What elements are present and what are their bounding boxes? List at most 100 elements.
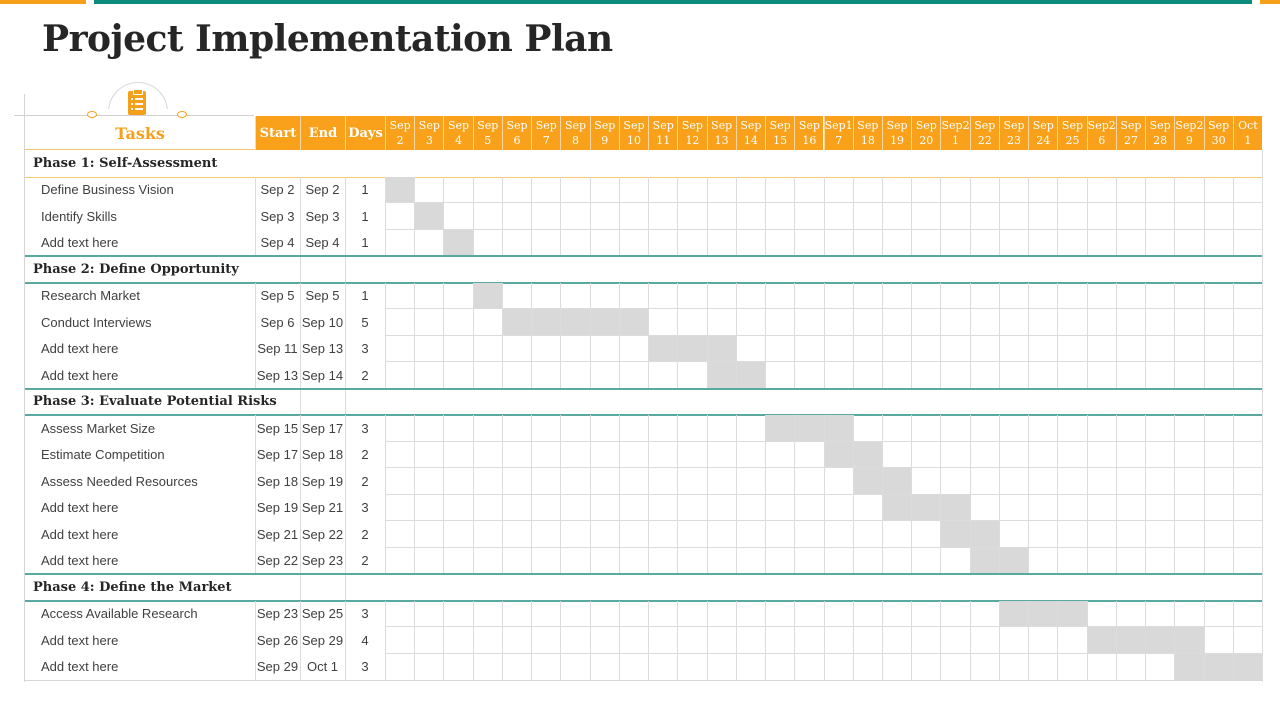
timeline-cell — [969, 494, 999, 521]
task-start-date: Sep 19 — [256, 500, 299, 516]
timeline-cell — [881, 494, 911, 521]
timeline-cell — [1057, 362, 1086, 389]
timeline-cell — [472, 176, 502, 203]
timeline-cell — [969, 335, 999, 362]
task-row[interactable]: Add text here Sep 29 Oct 1 3 — [25, 653, 1262, 680]
timeline-cell — [998, 203, 1028, 230]
timeline-cell — [1174, 547, 1203, 574]
timeline-cell — [794, 653, 823, 680]
timeline-cell — [501, 229, 531, 256]
timeline-cell — [531, 468, 560, 495]
task-row[interactable]: Add text here Sep 19 Sep 21 3 — [25, 494, 1262, 521]
timeline-cell — [1145, 547, 1174, 574]
task-duration-days: 1 — [361, 208, 369, 224]
day-column-header: Sep 9 — [589, 116, 619, 150]
column-divider — [300, 176, 301, 203]
task-row[interactable]: Add text here Sep 21 Sep 22 2 — [25, 521, 1262, 548]
task-row[interactable]: Add text here Sep 11 Sep 13 3 — [25, 335, 1262, 362]
timeline-cell — [414, 229, 443, 256]
column-divider — [300, 282, 301, 309]
timeline-cell — [1115, 653, 1145, 680]
task-name: Estimate Competition — [41, 447, 165, 463]
task-start-date: Sep 5 — [260, 288, 295, 304]
timeline-cell — [1115, 468, 1145, 495]
timeline-cell — [969, 229, 999, 256]
timeline-cell — [852, 441, 882, 468]
task-row[interactable]: Add text here Sep 4 Sep 4 1 — [25, 229, 1262, 256]
timeline-cell — [414, 547, 443, 574]
timeline-cell — [1203, 468, 1233, 495]
task-row[interactable]: Estimate Competition Sep 17 Sep 18 2 — [25, 441, 1262, 468]
column-divider — [255, 309, 256, 336]
timeline-cell — [1145, 309, 1174, 336]
task-row[interactable]: Conduct Interviews Sep 6 Sep 10 5 — [25, 309, 1262, 336]
start-column-header: Start — [255, 116, 300, 150]
timeline-cell — [794, 441, 823, 468]
task-start-date: Sep 29 — [256, 659, 299, 675]
task-row[interactable]: Identify Skills Sep 3 Sep 3 1 — [25, 203, 1262, 230]
timeline-cell — [794, 600, 823, 627]
timeline-cell — [589, 282, 619, 309]
task-end-date: Sep 10 — [301, 314, 344, 330]
timeline-cell — [1145, 600, 1174, 627]
task-row[interactable]: Add text here Sep 22 Sep 23 2 — [25, 547, 1262, 574]
timeline-cell — [1203, 203, 1233, 230]
task-row[interactable]: Define Business Vision Sep 2 Sep 2 1 — [25, 176, 1262, 203]
column-divider — [300, 362, 301, 389]
task-row[interactable]: Assess Needed Resources Sep 18 Sep 19 2 — [25, 468, 1262, 495]
timeline-cell — [852, 600, 882, 627]
timeline-cell — [648, 282, 677, 309]
timeline-cell — [823, 176, 853, 203]
timeline-cell — [1057, 441, 1086, 468]
timeline-cell — [794, 309, 823, 336]
timeline-cell — [560, 229, 589, 256]
timeline-cell — [385, 176, 414, 203]
timeline-cell — [531, 547, 560, 574]
task-duration-days: 3 — [361, 341, 369, 357]
timeline-cell — [677, 203, 706, 230]
end-column-header: End — [300, 116, 345, 150]
timeline-cell — [472, 203, 502, 230]
task-row[interactable]: Access Available Research Sep 23 Sep 25 3 — [25, 600, 1262, 627]
task-row[interactable]: Research Market Sep 5 Sep 5 1 — [25, 282, 1262, 309]
task-row[interactable]: Add text here Sep 13 Sep 14 2 — [25, 362, 1262, 389]
timeline-cell — [1115, 521, 1145, 548]
timeline-cell — [1086, 521, 1116, 548]
timeline-cell — [940, 653, 969, 680]
timeline-cell — [735, 176, 765, 203]
timeline-cell — [443, 309, 472, 336]
timeline-cell — [735, 362, 765, 389]
timeline-cell — [1057, 547, 1086, 574]
timeline-cell — [1115, 600, 1145, 627]
timeline-cell — [501, 547, 531, 574]
day-column-header: Sep 2 — [385, 116, 415, 150]
task-name: Assess Needed Resources — [41, 473, 198, 489]
timeline-cell — [998, 309, 1028, 336]
timeline-cell — [648, 521, 677, 548]
column-divider — [255, 282, 256, 309]
timeline-cell — [648, 653, 677, 680]
day-column-header: Sep2 6 — [1086, 116, 1116, 150]
timeline-cell — [414, 468, 443, 495]
timeline-cell — [443, 547, 472, 574]
task-end-date: Sep 21 — [301, 500, 344, 516]
task-start-date: Sep 11 — [257, 341, 298, 357]
column-divider — [255, 653, 256, 680]
timeline-cell — [531, 653, 560, 680]
task-row[interactable]: Assess Market Size Sep 15 Sep 17 3 — [25, 415, 1262, 442]
task-duration-days: 2 — [361, 553, 369, 569]
task-row[interactable]: Add text here Sep 26 Sep 29 4 — [25, 627, 1262, 654]
timeline-cell — [414, 653, 443, 680]
timeline-cell — [443, 494, 472, 521]
timeline-cell — [1174, 176, 1203, 203]
timeline-cell — [414, 494, 443, 521]
timeline-cell — [881, 521, 911, 548]
timeline-cell — [472, 547, 502, 574]
timeline-cell — [765, 521, 794, 548]
timeline-cell — [706, 627, 736, 654]
timeline-cell — [589, 229, 619, 256]
task-end-date: Sep 4 — [305, 235, 340, 251]
timeline-cell — [911, 600, 940, 627]
timeline-cell — [1174, 468, 1203, 495]
timeline-cell — [589, 335, 619, 362]
